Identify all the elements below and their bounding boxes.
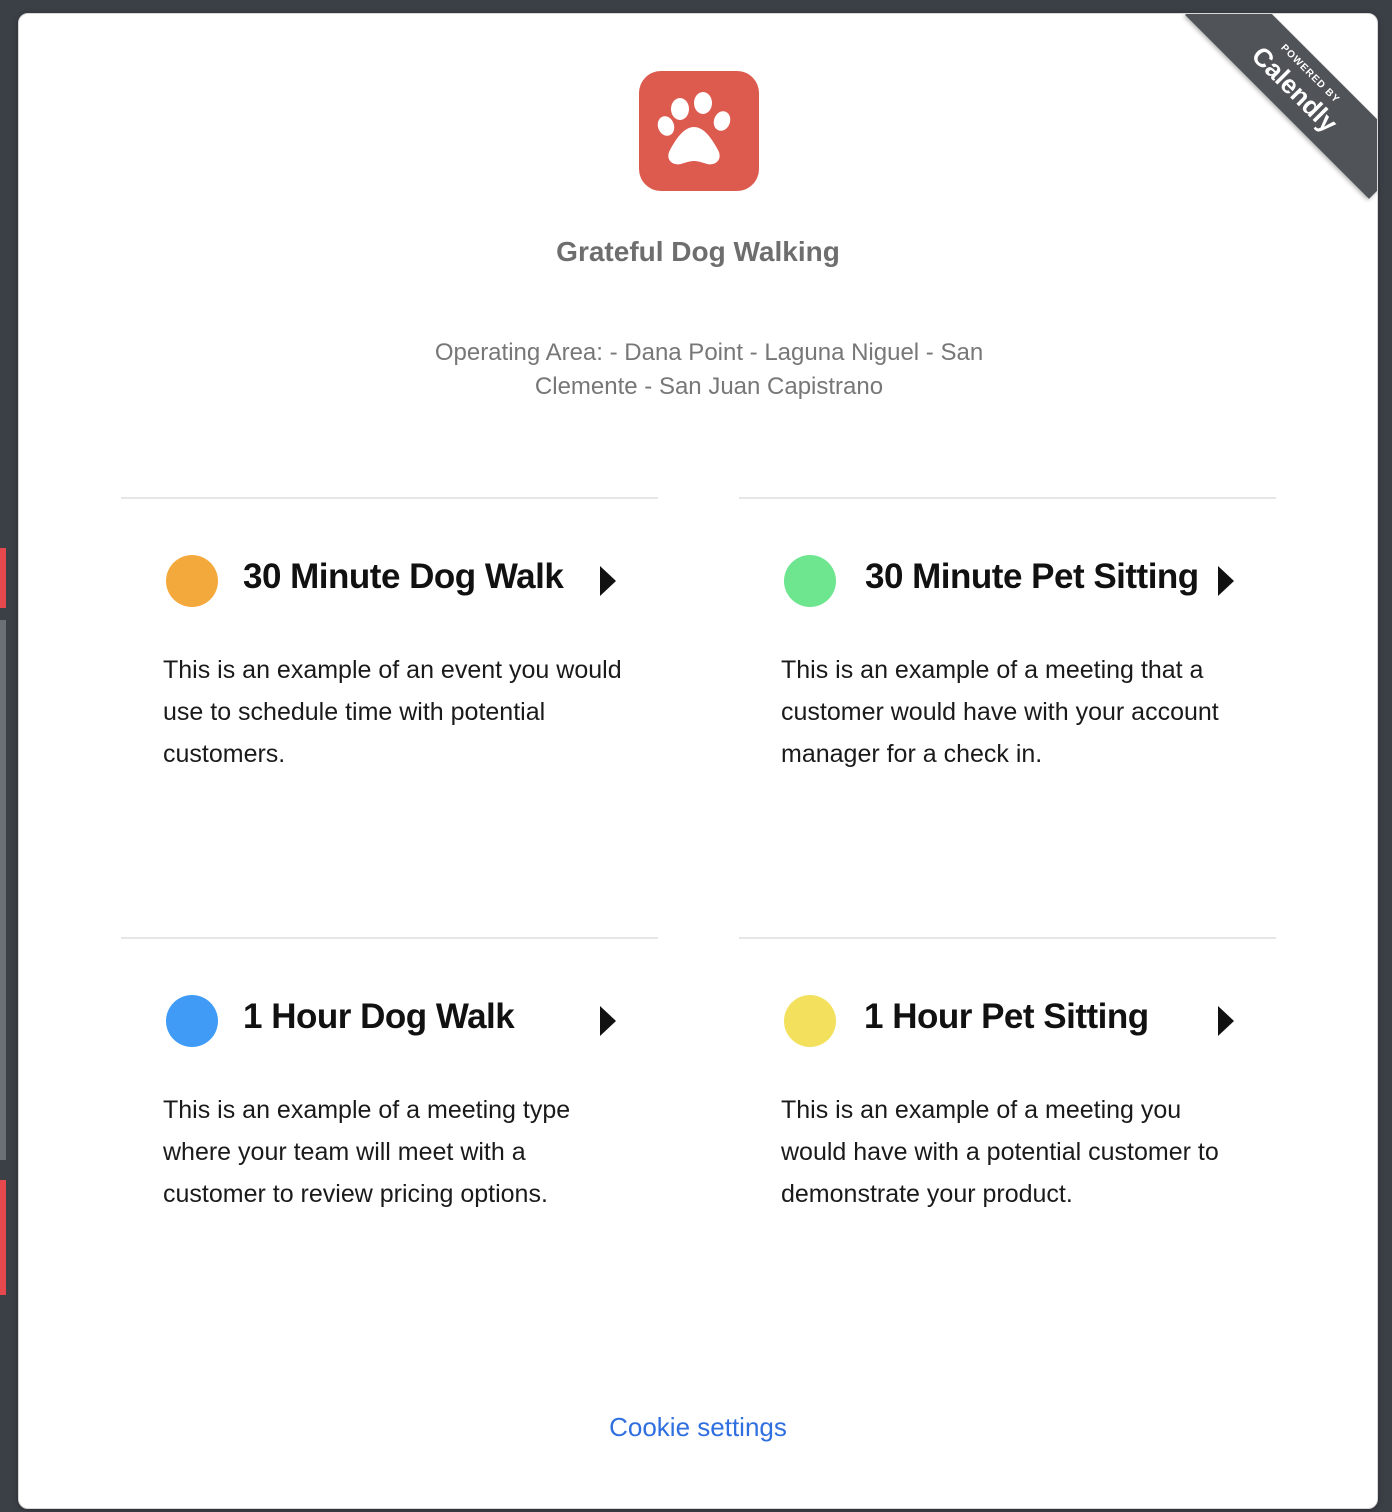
organization-description: Operating Area: - Dana Point - Laguna Ni… [434,339,984,400]
event-color-dot [166,995,218,1047]
event-title: 30 Minute Dog Walk [243,557,564,596]
event-type-card: 30 Minute Pet Sitting This is an example… [781,551,1264,931]
arrow-right-icon [600,566,616,596]
event-divider [739,497,1276,499]
event-type-link[interactable]: 1 Hour Dog Walk [166,991,646,1051]
powered-by-calendly-ribbon[interactable]: POWERED BY Calendly [1185,14,1377,199]
event-type-link[interactable]: 30 Minute Pet Sitting [784,551,1264,611]
event-title: 1 Hour Dog Walk [243,997,515,1036]
event-title: 1 Hour Pet Sitting [864,997,1149,1036]
paw-icon [657,92,731,165]
arrow-right-icon [1218,566,1234,596]
event-description: This is an example of a meeting that a c… [781,656,1219,768]
powered-by-ribbon-container: POWERED BY Calendly [1177,14,1377,214]
event-description: This is an example of an event you would… [163,656,622,768]
event-title: 30 Minute Pet Sitting [865,557,1199,596]
event-description: This is an example of a meeting you woul… [781,1096,1219,1208]
event-type-link[interactable]: 30 Minute Dog Walk [166,551,646,611]
arrow-right-icon [600,1006,616,1036]
event-type-card: 1 Hour Dog Walk This is an example of a … [163,991,646,1371]
backdrop-strip [0,620,6,1160]
event-color-dot [166,555,218,607]
backdrop-strip [0,548,6,608]
organization-logo [639,71,759,191]
backdrop-strip [0,1180,6,1295]
event-type-card: 30 Minute Dog Walk This is an example of… [163,551,646,931]
event-description: This is an example of a meeting type whe… [163,1096,571,1208]
event-type-card: 1 Hour Pet Sitting This is an example of… [781,991,1264,1371]
event-color-dot [784,995,836,1047]
cookie-settings-link[interactable]: Cookie settings [19,1412,1377,1443]
scheduling-page-card: POWERED BY Calendly Grateful Dog Walking… [18,13,1378,1509]
event-divider [739,937,1276,939]
event-color-dot [784,555,836,607]
arrow-right-icon [1218,1006,1234,1036]
event-type-link[interactable]: 1 Hour Pet Sitting [784,991,1264,1051]
event-divider [121,937,658,939]
event-divider [121,497,658,499]
organization-name: Grateful Dog Walking [556,236,840,267]
